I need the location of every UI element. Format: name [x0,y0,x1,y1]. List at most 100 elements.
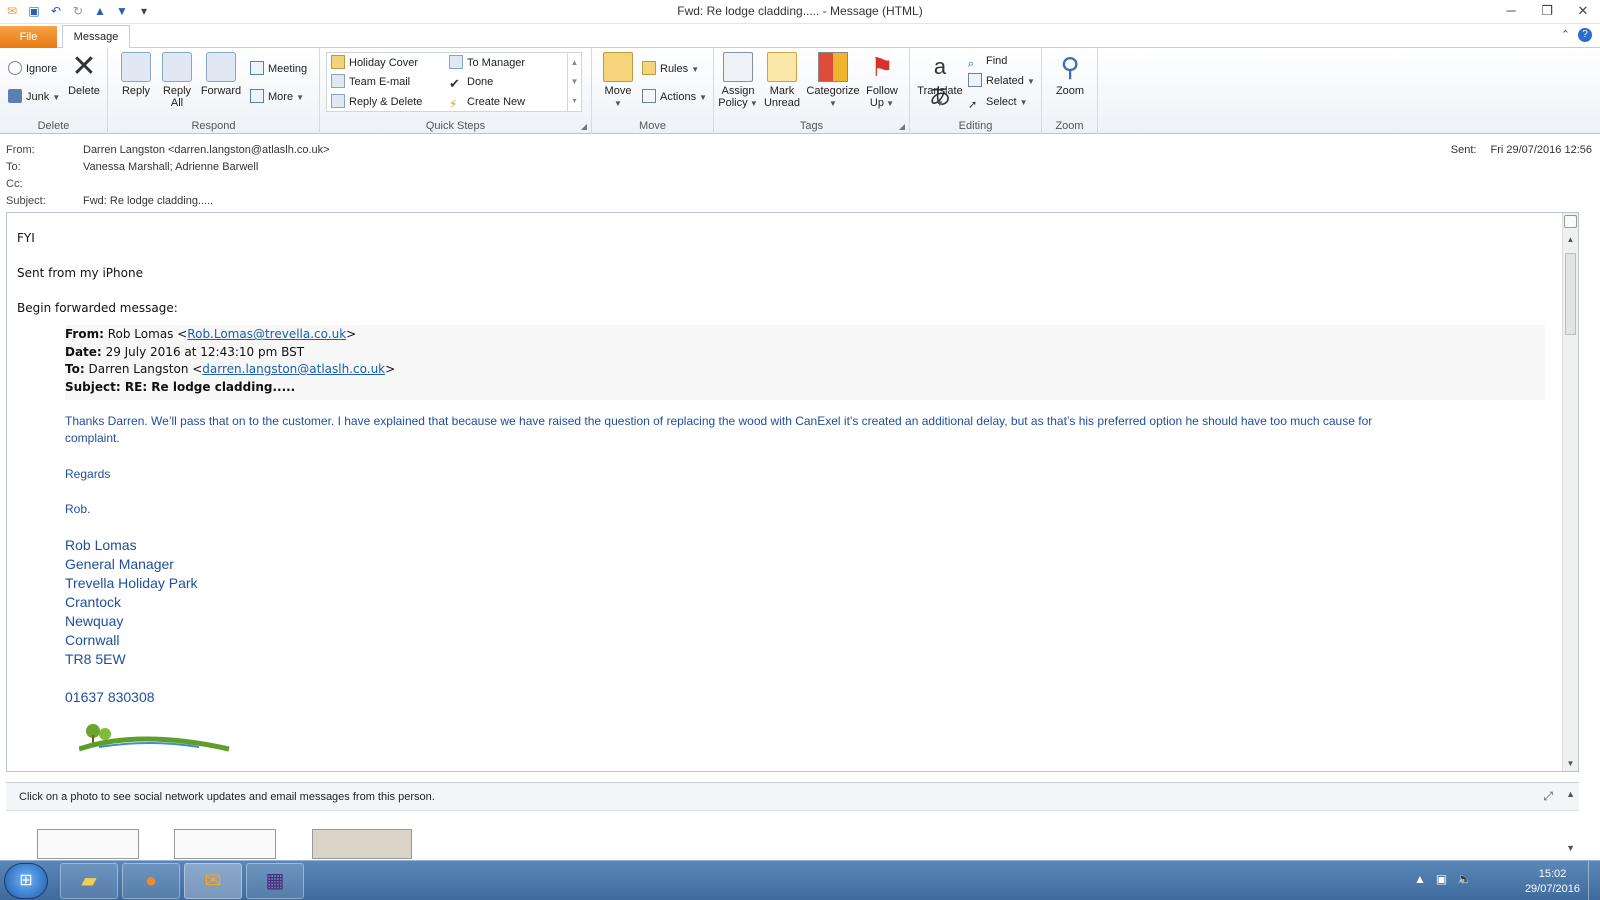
cursor-icon: ➚ [968,99,978,111]
from-value[interactable]: Darren Langston <darren.langston@atlaslh… [83,144,330,156]
forward-button[interactable]: Forward [198,52,244,97]
quick-step-to-manager[interactable]: To Manager [449,54,525,72]
rules-button[interactable]: Rules ▼ [642,60,699,78]
chevron-down-icon: ▼ [1026,77,1035,86]
subject-label: Subject: [6,195,46,207]
cc-row: Cc: [6,178,83,190]
contact-photo[interactable] [174,829,276,859]
chevron-down-icon: ▼ [936,99,944,108]
quick-step-reply-delete[interactable]: Reply & Delete [331,93,422,111]
trevella-logo [79,724,230,752]
fwd-paragraph: Thanks Darren. We’ll pass that on to the… [65,414,1373,428]
tab-message[interactable]: Message [62,25,130,49]
chevron-down-icon: ▼ [691,65,700,74]
volume-icon[interactable]: 🔈 [1457,872,1472,886]
reply-all-button[interactable]: Reply All [157,52,197,109]
gallery-scroll[interactable]: ▲ ▼ ▾ [567,53,581,111]
binoculars-icon: ⌕ [968,58,975,70]
show-desktop-button[interactable] [1588,861,1600,900]
rules-icon [642,61,656,75]
group-label-tags: Tags [799,120,824,132]
delete-button[interactable]: ✕ Delete [64,52,104,98]
quick-step-team-email[interactable]: Team E-mail [331,73,410,91]
quick-step-create-new[interactable]: ⚡ Create New [449,93,525,111]
team-email-icon [331,74,345,88]
body-sent-from: Sent from my iPhone [17,266,143,280]
contact-photo[interactable] [37,829,139,859]
fwd-to-email-link[interactable]: darren.langston@atlaslh.co.uk [202,362,385,376]
reply-delete-icon [331,94,345,108]
fwd-from-line: From: Rob Lomas <Rob.Lomas@trevella.co.u… [65,327,357,341]
clock-time: 15:02 [1538,868,1567,880]
body-begin-forwarded: Begin forwarded message: [17,301,178,315]
lightning-icon: ⚡ [449,97,458,111]
to-value[interactable]: Vanessa Marshall; Adrienne Barwell [83,161,258,173]
expand-icon[interactable]: ⤢ [1543,789,1553,804]
find-button[interactable]: ⌕ Find [968,52,1007,70]
meeting-button[interactable]: Meeting [250,60,307,78]
clock-date: 29/07/2016 [1524,883,1580,895]
chevron-down-icon: ▼ [52,93,61,102]
scroll-thumb[interactable] [1565,253,1576,335]
people-pane-text: Click on a photo to see social network u… [19,791,435,803]
firefox-icon: ● [144,870,158,892]
help-icon[interactable]: ? [1578,28,1592,42]
translate-button[interactable]: aあ Translate ▼ [916,52,964,110]
close-icon[interactable]: ✕ [1572,2,1594,20]
taskbar-outlook[interactable]: ✉ [184,863,242,899]
assign-policy-button[interactable]: Assign Policy ▼ [718,52,758,110]
magnifier-icon: ⚲ [1060,52,1080,82]
quick-steps-gallery: Holiday Cover Team E-mail Reply & Delete… [326,52,582,112]
move-folder-icon [603,52,633,82]
subject-row: Subject: Fwd: Re lodge cladding..... [6,195,213,207]
sent-row: Sent: Fri 29/07/2016 12:56 [1451,144,1592,156]
scroll-settings-icon[interactable] [1564,215,1577,228]
fwd-from-email-link[interactable]: Rob.Lomas@trevella.co.uk [187,327,346,341]
folder-icon: ▰ [81,870,97,892]
signature-name: Rob Lomas [65,537,137,553]
from-label: From: [6,144,35,156]
ignore-button[interactable]: Ignore [8,60,57,78]
taskbar-app[interactable]: ▦ [246,863,304,899]
follow-up-button[interactable]: ⚑ Follow Up ▼ [862,52,902,110]
title-bar: ✉ ▣ ↶ ↻ ▲ ▼ ▾ Fwd: Re lodge cladding....… [0,0,1600,24]
clock[interactable]: 15:02 29/07/2016 [1525,867,1580,897]
message-header: From: Darren Langston <darren.langston@at… [0,134,1600,212]
group-delete: Ignore Junk ▼ ✕ Delete Delete [0,48,108,134]
quick-step-done[interactable]: ✔ Done [449,73,493,91]
policy-icon [723,52,753,82]
categorize-button[interactable]: Categorize ▼ [806,52,860,110]
checkmark-icon: ✔ [449,76,460,91]
mark-unread-button[interactable]: Mark Unread [762,52,802,109]
tab-file[interactable]: File [0,26,57,48]
more-respond-button[interactable]: More ▼ [250,88,304,106]
taskbar-firefox[interactable]: ● [122,863,180,899]
minimize-ribbon-icon[interactable]: ⌃ [1561,28,1570,42]
zoom-button[interactable]: ⚲ Zoom [1050,52,1090,97]
minimize-icon[interactable]: ─ [1500,2,1522,20]
scroll-up-icon[interactable]: ▲ [1563,233,1578,247]
reply-button[interactable]: Reply [116,52,156,97]
people-pane-scroll-up-icon[interactable]: ▲ [1566,789,1575,799]
restore-icon[interactable]: ❐ [1536,2,1558,20]
signature-postcode: TR8 5EW [65,651,126,667]
group-label-zoom: Zoom [1055,120,1084,132]
actions-button[interactable]: Actions ▼ [642,88,707,106]
network-icon[interactable]: ▣ [1436,872,1447,886]
quick-step-holiday-cover[interactable]: Holiday Cover [331,54,418,72]
taskbar-explorer[interactable]: ▰ [60,863,118,899]
people-pane-scroll-down-icon[interactable]: ▼ [1566,843,1575,853]
start-button[interactable]: ⊞ [4,863,48,899]
junk-button[interactable]: Junk ▼ [8,88,60,106]
related-button[interactable]: Related ▼ [968,72,1035,90]
body-scrollbar[interactable]: ▲ ▼ [1562,213,1578,771]
contact-photo[interactable] [312,829,412,859]
scroll-down-icon[interactable]: ▼ [1563,757,1578,771]
message-body[interactable]: FYI Sent from my iPhone Begin forwarded … [6,212,1579,772]
window-title: Fwd: Re lodge cladding..... - Message (H… [677,4,923,18]
show-hidden-icons-icon[interactable]: ▲ [1414,872,1426,886]
select-button[interactable]: ➚ Select ▼ [968,93,1028,111]
move-button[interactable]: Move ▼ [598,52,638,110]
signature-company: Trevella Holiday Park [65,575,198,591]
group-respond: Reply Reply All Forward Meeting More ▼ Re… [108,48,320,134]
